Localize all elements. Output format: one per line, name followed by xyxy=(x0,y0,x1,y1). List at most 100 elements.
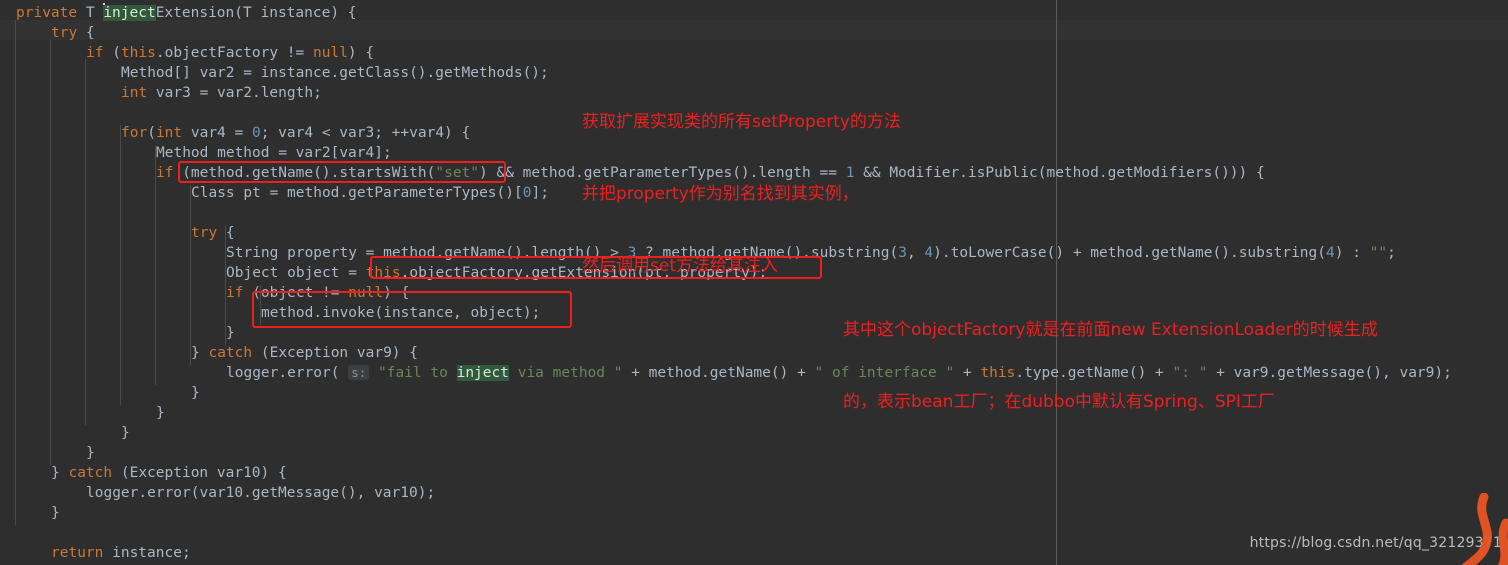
code-text: } xyxy=(51,465,69,481)
annotation-note-1-line-1: 获取扩展实现类的所有setProperty的方法 xyxy=(582,112,901,132)
code-text: (object != xyxy=(243,285,349,301)
code-line[interactable]: for(int var4 = 0; var4 < var3; ++var4) { xyxy=(113,123,470,143)
code-text: } xyxy=(191,385,200,401)
annotation-note-2-line-1: 其中这个objectFactory就是在前面new ExtensionLoade… xyxy=(843,320,1378,340)
code-keyword: catch xyxy=(208,345,253,361)
code-keyword: if xyxy=(226,285,244,301)
find-match-highlight: inject xyxy=(456,365,509,381)
code-text: } xyxy=(156,405,165,421)
code-line[interactable]: if (this.objectFactory != null) { xyxy=(78,43,374,63)
code-text: ) : xyxy=(1334,245,1370,261)
code-text: } xyxy=(226,325,235,341)
code-keyword: if xyxy=(156,165,174,181)
code-text: logger.error(var10.getMessage(), var10); xyxy=(86,485,436,501)
code-keyword: for xyxy=(121,125,148,141)
code-text: var3 = var2.length; xyxy=(147,85,322,101)
code-number: 0 xyxy=(251,125,261,141)
code-text: (Exception var10) { xyxy=(112,465,287,481)
code-text: } xyxy=(191,345,209,361)
code-text: Class pt = method.getParameterTypes()[ xyxy=(191,185,523,201)
code-text: ) { xyxy=(347,45,375,61)
code-text: ; xyxy=(1387,245,1396,261)
code-string: "fail to xyxy=(378,365,457,381)
code-text: } xyxy=(51,505,60,521)
code-keyword: this xyxy=(120,45,156,61)
code-text: (Exception var9) { xyxy=(252,345,418,361)
code-line[interactable]: Method[] var2 = instance.getClass().getM… xyxy=(113,63,549,83)
code-keyword: int xyxy=(121,85,148,101)
code-text: } xyxy=(121,425,130,441)
code-string: via method " xyxy=(508,365,623,381)
code-line[interactable]: try { xyxy=(183,223,235,243)
code-line[interactable]: } xyxy=(218,323,235,343)
code-text: Method method = var2[var4]; xyxy=(156,145,392,161)
code-text: instance xyxy=(251,5,331,21)
code-keyword: null xyxy=(348,285,384,301)
code-line[interactable]: try { xyxy=(43,23,95,43)
code-text: ).toLowerCase() + method.getName().subst… xyxy=(933,245,1326,261)
find-match-highlight: inject xyxy=(103,5,156,21)
code-keyword: this xyxy=(365,265,401,281)
code-keyword: if xyxy=(86,45,104,61)
annotation-note-2-line-2: 的，表示bean工厂；在dubbo中默认有Spring、SPI工厂 xyxy=(843,392,1275,412)
code-keyword: return xyxy=(51,545,104,561)
code-text: .objectFactory != xyxy=(155,45,313,61)
code-keyword: catch xyxy=(68,465,113,481)
code-line[interactable]: int var3 = var2.length; xyxy=(113,83,322,103)
code-text: } xyxy=(86,445,95,461)
code-text: Extension xyxy=(155,5,235,21)
parameter-hint-chip: s: xyxy=(348,365,370,380)
code-text: Object object = xyxy=(226,265,366,281)
annotation-note-1-line-2: 并把property作为别名找到其实例， xyxy=(582,184,859,204)
code-text: (method.getName().startsWith( xyxy=(173,165,436,181)
code-keyword: try xyxy=(191,225,218,241)
annotation-note-2: 其中这个objectFactory就是在前面new ExtensionLoade… xyxy=(843,270,1378,462)
code-text: Method[] var2 = instance.getClass().getM… xyxy=(121,65,549,81)
code-text: method.invoke(instance, object); xyxy=(261,305,541,321)
code-text: ( xyxy=(147,125,156,141)
code-line[interactable]: } catch (Exception var9) { xyxy=(183,343,418,363)
code-text: ( xyxy=(103,45,121,61)
code-line[interactable]: method.invoke(instance, object); xyxy=(253,303,540,323)
code-number: 4 xyxy=(1326,245,1335,261)
code-keyword: int xyxy=(155,125,183,141)
code-text: { xyxy=(77,25,95,41)
code-line[interactable] xyxy=(8,203,16,223)
code-line[interactable]: } xyxy=(183,383,200,403)
code-keyword: private xyxy=(16,5,78,21)
code-text: ) { xyxy=(383,285,410,301)
code-text: ) { xyxy=(330,5,357,21)
code-string: "" xyxy=(1369,245,1388,261)
code-line[interactable] xyxy=(8,103,16,123)
csdn-logo-icon xyxy=(1461,493,1508,565)
code-line[interactable]: logger.error(var10.getMessage(), var10); xyxy=(78,483,435,503)
code-text: ; var4 < var3; ++var4) { xyxy=(260,125,471,141)
code-text: ]; xyxy=(531,185,549,201)
code-text: logger.error( xyxy=(226,365,349,381)
code-text: var4 = xyxy=(182,125,252,141)
code-line[interactable]: return instance; xyxy=(43,543,191,563)
code-line[interactable]: } xyxy=(78,443,95,463)
code-text: && Modifier.isPublic(method.getModifiers… xyxy=(854,165,1265,181)
code-text: instance; xyxy=(103,545,191,561)
code-line[interactable]: } catch (Exception var10) { xyxy=(43,463,287,483)
code-line[interactable]: Method method = var2[var4]; xyxy=(148,143,392,163)
code-line[interactable] xyxy=(8,523,16,543)
code-line[interactable]: if (object != null) { xyxy=(218,283,409,303)
code-line[interactable]: Class pt = method.getParameterTypes()[0]… xyxy=(183,183,549,203)
code-text: { xyxy=(217,225,235,241)
code-line[interactable]: } xyxy=(148,403,165,423)
code-string: "set" xyxy=(435,165,480,181)
code-text: + method.getName() + xyxy=(622,365,815,381)
code-line[interactable]: } xyxy=(113,423,130,443)
code-text: , xyxy=(906,245,925,261)
code-editor-screenshot: private T injectExtension(T instance) {t… xyxy=(0,0,1508,565)
code-text: String property = method.getName().lengt… xyxy=(226,245,628,261)
code-number: 4 xyxy=(924,245,934,261)
code-line[interactable]: private T injectExtension(T instance) { xyxy=(8,3,357,23)
code-text: T xyxy=(243,5,252,21)
code-line[interactable]: } xyxy=(43,503,60,523)
